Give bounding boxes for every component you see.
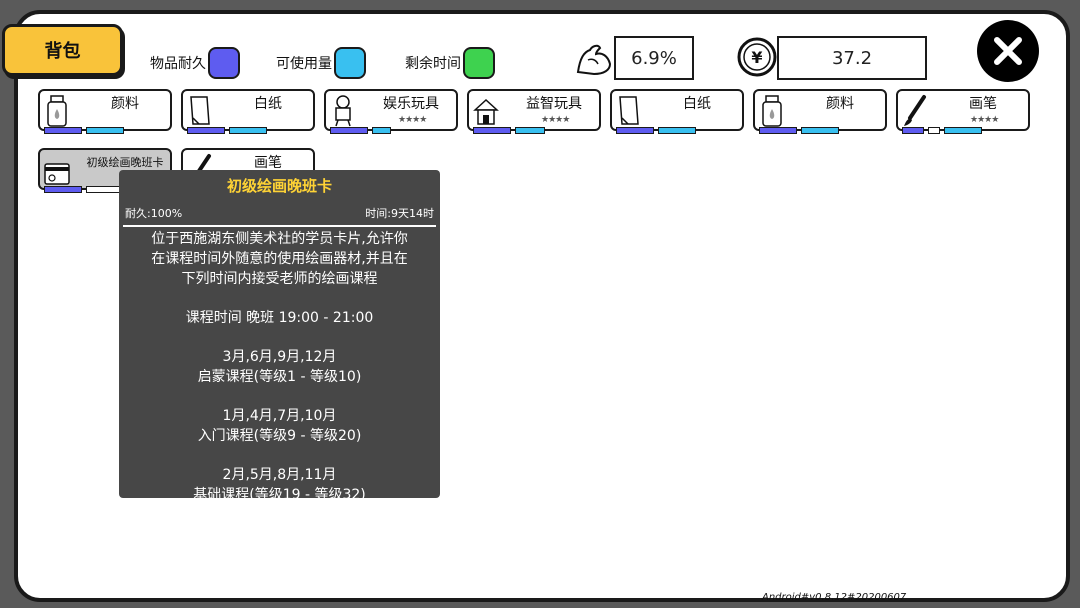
paint-tube-icon [47, 95, 67, 127]
close-icon [994, 37, 1022, 65]
durability-bar [44, 127, 82, 134]
item-name: 画笔 [969, 96, 997, 112]
strength-value: 6.9% [614, 36, 694, 80]
robot-toy-icon [335, 95, 351, 127]
tooltip-time: 时间:9天14时 [365, 207, 434, 220]
inventory-slot-fun-toy[interactable]: 娱乐玩具 ★★★★ [324, 89, 458, 134]
paint-tube-icon [762, 95, 782, 127]
item-name: 娱乐玩具 [383, 96, 439, 112]
course-months: 3月,6月,9月,12月 [222, 349, 337, 365]
durability-swatch [208, 47, 240, 79]
course-name: 启蒙课程(等级1 - 等级10) [197, 369, 362, 385]
usage-bar [86, 127, 124, 134]
course-name: 入门课程(等级9 - 等级20) [197, 428, 362, 444]
durability-bar [330, 127, 368, 134]
usage-bar [801, 127, 839, 134]
description-line: 位于西施湖东侧美术社的学员卡片,允许你 [151, 231, 408, 247]
inventory-slot-paint[interactable]: 颜料 [753, 89, 887, 134]
durability-bar [759, 127, 797, 134]
rating-stars: ★★★★ [398, 115, 427, 125]
tooltip-title: 初级绘画晚班卡 [226, 177, 332, 195]
item-name: 颜料 [826, 96, 854, 112]
bag-title: 背包 [2, 24, 123, 76]
rating-stars: ★★★★ [970, 115, 999, 125]
close-button[interactable] [977, 20, 1039, 82]
usage-swatch [334, 47, 366, 79]
yuan-coin-icon: ¥ [737, 37, 777, 77]
tooltip-description: 位于西施湖东侧美术社的学员卡片,允许你 在课程时间外随意的使用绘画器材,并且在 … [119, 227, 440, 507]
rating-stars: ★★★★ [541, 115, 570, 125]
item-name: 颜料 [111, 96, 139, 112]
item-tooltip: 初级绘画晚班卡 耐久:100% 时间:9天14时 位于西施湖东侧美术社的学员卡片… [119, 170, 440, 503]
house-toy-icon [473, 98, 499, 125]
description-line: 下列时间内接受老师的绘画课程 [181, 271, 378, 287]
durability-bar [473, 127, 511, 134]
description-line: 在课程时间外随意的使用绘画器材,并且在 [151, 251, 408, 267]
usage-bar [515, 127, 545, 134]
item-name: 白纸 [254, 96, 282, 112]
usage-bar [229, 127, 267, 134]
brush-icon [904, 95, 926, 126]
flexed-arm-icon [576, 44, 612, 76]
paper-icon [190, 96, 210, 125]
course-name: 基础课程(等级19 - 等级32) [193, 487, 366, 503]
legend-label: 剩余时间 [405, 56, 461, 72]
usage-bar [658, 127, 696, 134]
course-months: 2月,5月,8月,11月 [222, 467, 337, 483]
legend-durability: 物品耐久 [150, 47, 240, 79]
durability-bar [616, 127, 654, 134]
time-swatch [463, 47, 495, 79]
durability-remaining [928, 127, 940, 134]
course-months: 1月,4月,7月,10月 [222, 408, 337, 424]
usage-bar [372, 127, 391, 134]
durability-bar [187, 127, 225, 134]
version-label: Android#v0.8.12#20200607 [762, 592, 907, 603]
durability-bar [902, 127, 924, 134]
svg-text:¥: ¥ [751, 48, 762, 67]
legend-label: 物品耐久 [150, 56, 206, 72]
legend-label: 可使用量 [276, 56, 332, 72]
tooltip-durability: 耐久:100% [125, 207, 183, 220]
inventory-slot-puzzle-toy[interactable]: 益智玩具 ★★★★ [467, 89, 601, 134]
legend-usage: 可使用量 [276, 47, 366, 79]
item-name: 初级绘画晚班卡 [86, 156, 164, 169]
inventory-slot-paper[interactable]: 白纸 [181, 89, 315, 134]
inventory-slot-paint[interactable]: 颜料 [38, 89, 172, 134]
legend-time: 剩余时间 [405, 47, 495, 79]
item-name: 画笔 [254, 155, 282, 171]
inventory-slot-paper[interactable]: 白纸 [610, 89, 744, 134]
item-name: 益智玩具 [526, 96, 582, 112]
money-value: 37.2 [777, 36, 927, 80]
paper-icon [619, 96, 639, 125]
item-name: 白纸 [683, 96, 711, 112]
usage-bar [944, 127, 982, 134]
durability-bar [44, 186, 82, 193]
inventory-slot-brush[interactable]: 画笔 ★★★★ [896, 89, 1030, 134]
schedule-line: 课程时间 晚班 19:00 - 21:00 [185, 310, 374, 326]
